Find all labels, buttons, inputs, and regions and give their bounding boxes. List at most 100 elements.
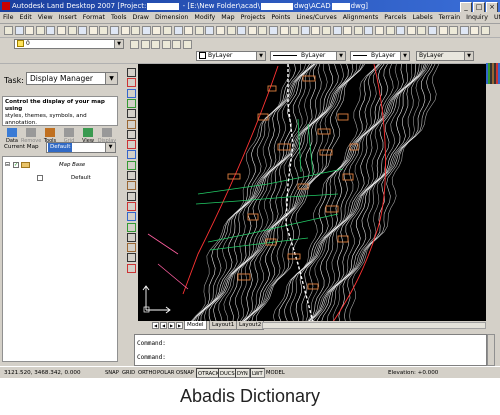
first-tab-icon[interactable]: ◀ (152, 322, 159, 329)
toolbar-tool-icon[interactable] (216, 26, 225, 35)
tree-root-label[interactable]: Map Base (59, 162, 85, 168)
toolbar-tool-icon[interactable] (184, 26, 194, 35)
tool-remove-button[interactable]: Remove (21, 128, 41, 144)
draw-tool-icon[interactable] (127, 201, 136, 211)
draw-tool-icon[interactable] (127, 140, 136, 150)
command-window[interactable]: Command: Command: (134, 334, 487, 366)
toolbar-tool-icon[interactable] (449, 26, 459, 35)
draw-tool-icon[interactable] (127, 171, 136, 180)
toolbar-tool-icon[interactable] (459, 26, 469, 35)
menu-points[interactable]: Points (268, 12, 293, 23)
toolbar-tool-icon[interactable] (46, 26, 56, 35)
menu-modify[interactable]: Modify (191, 12, 218, 23)
layer-tool-icon[interactable] (161, 40, 171, 49)
draw-tool-icon[interactable] (127, 191, 136, 201)
toolbar-tool-icon[interactable] (364, 26, 374, 35)
tab-layout2[interactable]: Layout2 (236, 321, 265, 330)
toolbar-tool-icon[interactable] (226, 26, 236, 35)
draw-tool-icon[interactable] (127, 129, 136, 139)
toolbar-tool-icon[interactable] (343, 26, 353, 35)
layer-tool-icon[interactable] (151, 40, 161, 49)
toolbar-tool-icon[interactable] (300, 26, 310, 35)
last-tab-icon[interactable]: ▶ (176, 322, 183, 329)
toolbar-tool-icon[interactable] (396, 26, 406, 35)
status-toggle-snap[interactable]: SNAP (104, 368, 120, 378)
draw-tool-icon[interactable] (127, 68, 136, 77)
draw-tool-icon[interactable] (127, 109, 136, 119)
toolbar-tool-icon[interactable] (78, 26, 88, 35)
toolbar-tool-icon[interactable] (14, 26, 24, 35)
status-toggle-lwt[interactable]: LWT (250, 368, 265, 378)
menu-lines-curves[interactable]: Lines/Curves (293, 12, 339, 23)
tool-data-button[interactable]: Data (2, 128, 22, 144)
menu-draw[interactable]: Draw (129, 12, 151, 23)
layer-tool-icon[interactable] (183, 40, 192, 49)
menu-edit[interactable]: Edit (17, 12, 35, 23)
menu-tools[interactable]: Tools (108, 12, 130, 23)
toolbar-tool-icon[interactable] (332, 26, 342, 35)
draw-tool-icon[interactable] (127, 98, 136, 108)
draw-tool-icon[interactable] (127, 181, 136, 191)
menu-projects[interactable]: Projects (238, 12, 269, 23)
toolbar-tool-icon[interactable] (194, 26, 204, 35)
toolbar-tool-icon[interactable] (205, 26, 215, 35)
toolbar-tool-icon[interactable] (481, 26, 490, 35)
menu-labels[interactable]: Labels (409, 12, 435, 23)
task-select[interactable]: Display Manager ▼ (26, 72, 118, 85)
menu-insert[interactable]: Insert (56, 12, 80, 23)
linetype-combo[interactable]: ByLayer ▼ (270, 51, 346, 61)
menu-view[interactable]: View (35, 12, 56, 23)
menu-terrain[interactable]: Terrain (436, 12, 463, 23)
status-toggle-model[interactable]: MODEL (265, 368, 286, 378)
draw-tool-icon[interactable] (127, 263, 136, 273)
toolbar-tool-icon[interactable] (4, 26, 13, 35)
draw-tool-icon[interactable] (127, 232, 136, 242)
menu-inquiry[interactable]: Inquiry (463, 12, 491, 23)
toolbar-tool-icon[interactable] (173, 26, 183, 35)
toolbar-tool-icon[interactable] (438, 26, 448, 35)
toolbar-tool-icon[interactable] (406, 26, 416, 35)
toolbar-tool-icon[interactable] (99, 26, 109, 35)
draw-tool-icon[interactable] (127, 212, 136, 222)
map-base-checkbox[interactable]: ✓ (13, 162, 19, 168)
current-map-select[interactable]: Default ▼ (46, 142, 116, 153)
toolbar-tool-icon[interactable] (131, 26, 141, 35)
tree-child-label[interactable]: Default (71, 175, 91, 181)
status-toggle-ducs[interactable]: DUCS (218, 368, 237, 378)
toolbar-tool-icon[interactable] (67, 26, 77, 35)
menu-parcels[interactable]: Parcels (381, 12, 409, 23)
menu-utilities[interactable]: Utilities (491, 12, 500, 23)
toolbar-tool-icon[interactable] (57, 26, 66, 35)
minimize-button[interactable]: _ (460, 2, 472, 12)
toolbar-tool-icon[interactable] (35, 26, 45, 35)
menu-file[interactable]: File (0, 12, 17, 23)
color-combo[interactable]: ByLayer ▼ (196, 51, 266, 61)
layer-tool-icon[interactable] (172, 40, 182, 49)
menu-alignments[interactable]: Alignments (340, 12, 382, 23)
menu-map[interactable]: Map (218, 12, 237, 23)
status-toggle-grid[interactable]: GRID (121, 368, 136, 378)
toolbar-tool-icon[interactable] (322, 26, 331, 35)
layer-tool-icon[interactable] (140, 40, 150, 49)
layer-combo[interactable]: 0 ▼ (14, 39, 124, 49)
command-line-2[interactable]: Command: (137, 354, 166, 361)
tab-model[interactable]: Model (184, 321, 207, 330)
command-scrollbar[interactable] (487, 334, 495, 366)
toolbar-tool-icon[interactable] (311, 26, 321, 35)
toolbar-tool-icon[interactable] (375, 26, 384, 35)
draw-tool-icon[interactable] (127, 78, 136, 88)
default-checkbox[interactable] (37, 175, 43, 181)
toolbar-tool-icon[interactable] (110, 26, 119, 35)
draw-tool-icon[interactable] (127, 119, 136, 129)
toolbar-tool-icon[interactable] (417, 26, 427, 35)
toolbar-tool-icon[interactable] (120, 26, 130, 35)
lineweight-combo[interactable]: ByLayer ▼ (350, 51, 410, 61)
toolbar-tool-icon[interactable] (141, 26, 151, 35)
menu-format[interactable]: Format (80, 12, 108, 23)
status-toggle-dyn[interactable]: DYN (235, 368, 250, 378)
tab-layout1[interactable]: Layout1 (209, 321, 238, 330)
status-toggle-polar[interactable]: POLAR (156, 368, 175, 378)
toolbar-tool-icon[interactable] (163, 26, 172, 35)
toolbar-tool-icon[interactable] (152, 26, 162, 35)
toolbar-tool-icon[interactable] (353, 26, 363, 35)
